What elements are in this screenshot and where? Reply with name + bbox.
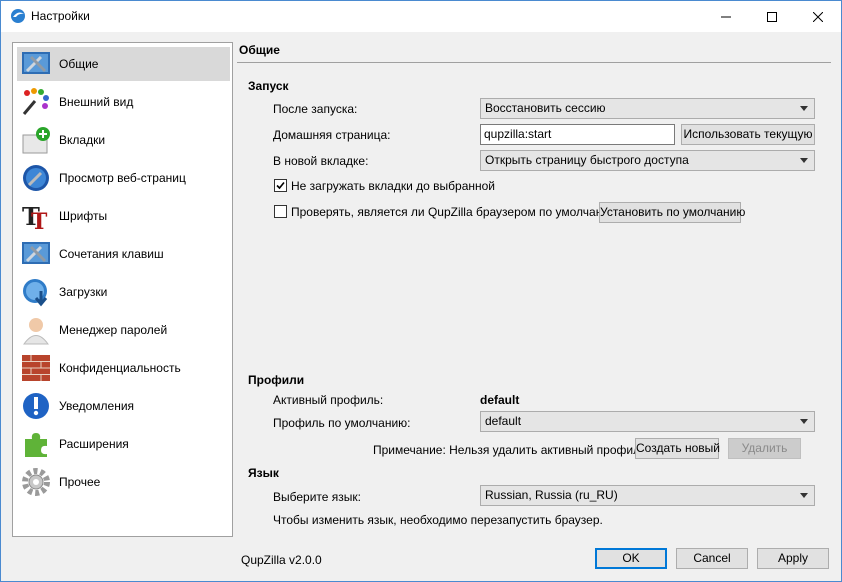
default-profile-label: Профиль по умолчанию: <box>273 416 411 430</box>
minimize-button[interactable] <box>703 1 749 32</box>
set-default-button[interactable]: Установить по умолчанию <box>599 202 745 223</box>
active-profile-label: Активный профиль: <box>273 393 384 407</box>
dont-load-tabs-label: Не загружать вкладки до выбранной <box>291 179 496 193</box>
sidebar-item-browsing[interactable]: Просмотр веб-страниц <box>17 161 230 195</box>
language-heading: Язык <box>248 466 279 480</box>
ok-button[interactable]: OK <box>595 548 667 569</box>
language-value: Russian, Russia (ru_RU) <box>485 488 618 502</box>
settings-window: Настройки Общие Внешний вид Вкладки Прос… <box>0 0 842 582</box>
chevron-down-icon <box>800 493 808 498</box>
shortcuts-icon <box>22 242 50 264</box>
close-button[interactable] <box>795 1 841 32</box>
chevron-down-icon <box>800 419 808 424</box>
browsing-icon <box>23 165 49 191</box>
default-profile-select[interactable]: default <box>480 411 815 432</box>
sidebar-item-label: Менеджер паролей <box>59 323 168 337</box>
sidebar-item-fonts[interactable]: T T Шрифты <box>17 199 230 233</box>
new-tab-label: В новой вкладке: <box>273 154 369 168</box>
sidebar-item-label: Шрифты <box>59 209 108 223</box>
after-launch-select[interactable]: Восстановить сессию <box>480 98 815 119</box>
startup-heading: Запуск <box>248 79 289 93</box>
language-restart-note: Чтобы изменить язык, необходимо перезапу… <box>273 513 603 527</box>
sidebar-item-label: Конфиденциальность <box>59 361 181 375</box>
sidebar-item-label: Прочее <box>59 475 101 489</box>
fonts-icon: T T <box>22 202 48 231</box>
appearance-icon <box>22 88 49 115</box>
homepage-label: Домашняя страница: <box>273 128 391 142</box>
default-profile-value: default <box>485 414 522 428</box>
check-default-browser-label: Проверять, является ли QupZilla браузеро… <box>291 205 619 219</box>
sidebar-item-label: Вкладки <box>59 133 106 147</box>
new-tab-select[interactable]: Открыть страницу быстрого доступа <box>480 150 815 171</box>
check-default-browser-checkbox[interactable] <box>274 205 287 218</box>
close-icon <box>813 11 823 22</box>
dont-load-tabs-checkbox[interactable] <box>274 179 287 192</box>
language-label: Выберите язык: <box>273 490 361 504</box>
other-icon <box>22 468 50 496</box>
use-current-button[interactable]: Использовать текущую <box>681 124 815 145</box>
minimize-icon <box>721 16 731 17</box>
page-title: Общие <box>239 43 280 57</box>
active-profile-value: default <box>480 393 520 407</box>
cancel-button[interactable]: Cancel <box>676 548 748 569</box>
maximize-icon <box>767 11 777 22</box>
create-profile-button[interactable]: Создать новый <box>635 438 720 459</box>
checkmark-icon <box>276 181 285 190</box>
sidebar-item-shortcuts[interactable]: Сочетания клавиш <box>17 237 230 271</box>
settings-sidebar: Общие Внешний вид Вкладки Просмотр веб-с… <box>12 42 233 537</box>
sidebar-item-label: Загрузки <box>59 285 108 299</box>
password-manager-icon <box>23 318 49 345</box>
sidebar-item-label: Просмотр веб-страниц <box>59 171 186 185</box>
sidebar-item-notifications[interactable]: Уведомления <box>17 389 230 423</box>
homepage-input[interactable]: qupzilla:start <box>480 124 675 145</box>
sidebar-item-general[interactable]: Общие <box>17 47 230 81</box>
sidebar-item-other[interactable]: Прочее <box>17 465 230 499</box>
settings-content: Общие Запуск После запуска: Восстановить… <box>237 42 833 537</box>
chevron-down-icon <box>800 106 808 111</box>
profile-note: Примечание: Нельзя удалить активный проф… <box>373 443 650 457</box>
apply-button[interactable]: Apply <box>757 548 829 569</box>
sidebar-item-label: Внешний вид <box>59 95 134 109</box>
sidebar-item-label: Сочетания клавиш <box>59 247 164 261</box>
new-tab-value: Открыть страницу быстрого доступа <box>485 153 689 167</box>
sidebar-item-appearance[interactable]: Внешний вид <box>17 85 230 119</box>
sidebar-item-label: Расширения <box>59 437 129 451</box>
version-label: QupZilla v2.0.0 <box>241 553 322 567</box>
chevron-down-icon <box>800 158 808 163</box>
after-launch-value: Восстановить сессию <box>485 101 606 115</box>
sidebar-item-tabs[interactable]: Вкладки <box>17 123 230 157</box>
sidebar-item-privacy[interactable]: Конфиденциальность <box>17 351 230 385</box>
after-launch-label: После запуска: <box>273 102 358 116</box>
sidebar-item-downloads[interactable]: Загрузки <box>17 275 230 309</box>
maximize-button[interactable] <box>749 1 795 32</box>
sidebar-item-label: Общие <box>59 57 99 71</box>
tabs-icon <box>22 127 50 154</box>
sidebar-item-extensions[interactable]: Расширения <box>17 427 230 461</box>
language-select[interactable]: Russian, Russia (ru_RU) <box>480 485 815 506</box>
title-bar: Настройки <box>1 1 841 32</box>
privacy-icon <box>22 355 50 381</box>
sidebar-item-password-manager[interactable]: Менеджер паролей <box>17 313 230 347</box>
delete-profile-button[interactable]: Удалить <box>728 438 801 459</box>
svg-text:T: T <box>31 209 48 231</box>
general-icon <box>22 52 50 74</box>
window-title: Настройки <box>31 9 90 23</box>
profiles-heading: Профили <box>248 373 305 387</box>
downloads-icon <box>23 279 48 307</box>
notifications-icon <box>23 393 49 419</box>
extensions-icon <box>25 433 47 457</box>
title-divider <box>237 62 831 63</box>
qupzilla-logo-icon <box>11 9 25 23</box>
sidebar-item-label: Уведомления <box>59 399 135 413</box>
